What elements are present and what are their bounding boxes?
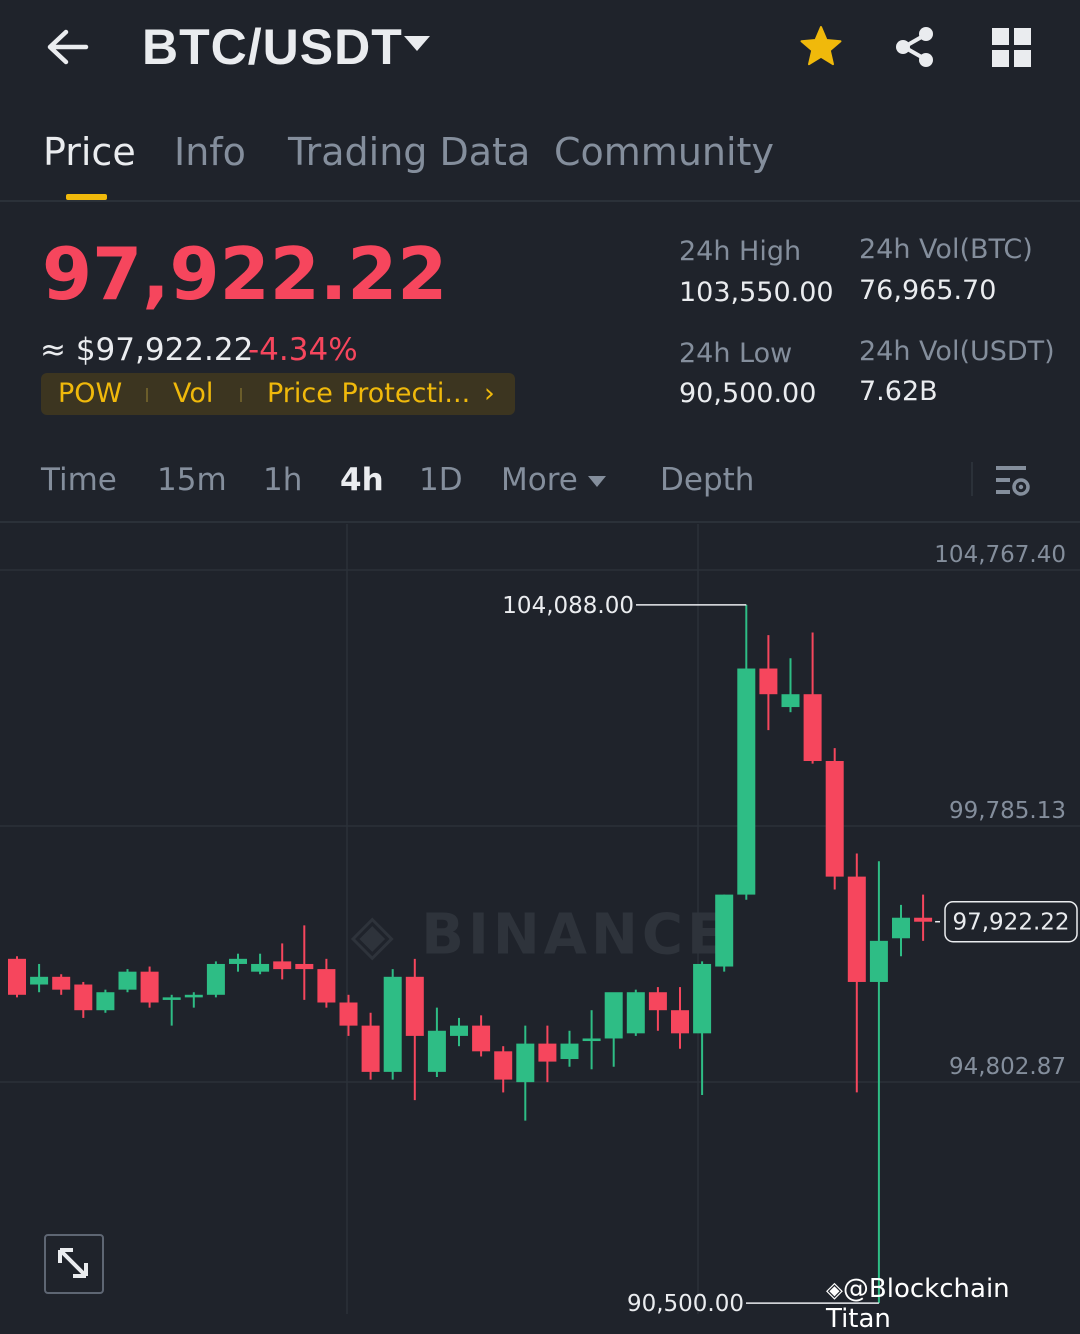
favorite-button[interactable] xyxy=(798,24,844,70)
candle-body xyxy=(450,1025,468,1036)
tag-separator xyxy=(146,388,148,402)
low-marker-label: 90,500.00 xyxy=(627,1291,744,1314)
candle-body xyxy=(560,1043,579,1060)
candle-body xyxy=(604,992,623,1039)
chart-settings-button[interactable] xyxy=(994,463,1032,499)
y-axis-label: 99,785.13 xyxy=(949,798,1066,824)
high-marker-label: 104,088.00 xyxy=(502,593,634,619)
price-change-percent: -4.34% xyxy=(248,332,358,368)
high-value: 103,550.00 xyxy=(679,277,834,308)
credit-text: @Blockchain Titan xyxy=(826,1274,1010,1334)
candle-body xyxy=(892,917,910,939)
candle-body xyxy=(140,971,159,1003)
candle-body xyxy=(405,976,424,1036)
interval-15m[interactable]: 15m xyxy=(157,462,227,498)
candle-body xyxy=(803,694,822,762)
candle-body xyxy=(582,1038,601,1042)
candle-body xyxy=(273,961,292,970)
tag-separator xyxy=(240,388,242,402)
vol-btc-label: 24h Vol(BTC) xyxy=(859,234,1033,265)
candle-body xyxy=(869,940,888,982)
candle-body xyxy=(626,992,645,1034)
chart-top-divider xyxy=(0,521,1080,523)
interval-4h[interactable]: 4h xyxy=(340,462,384,498)
candle-body xyxy=(30,976,49,985)
candle-body xyxy=(118,971,137,990)
star-icon xyxy=(800,26,842,66)
last-price-label: 97,922.22 xyxy=(952,910,1069,936)
usd-equivalent: ≈ $97,922.22 xyxy=(40,332,254,368)
interval-separator xyxy=(971,462,973,496)
interval-1d[interactable]: 1D xyxy=(419,462,463,498)
candle-body xyxy=(361,1025,380,1072)
candle-body xyxy=(383,976,402,1072)
candle-body xyxy=(162,997,181,1000)
candle-body xyxy=(427,1030,446,1072)
candle-body xyxy=(648,992,667,1011)
candle-body xyxy=(206,963,225,995)
candle-body xyxy=(52,976,71,990)
interval-time[interactable]: Time xyxy=(41,462,117,498)
tab-trading-data[interactable]: Trading Data xyxy=(288,130,530,174)
settings-icon xyxy=(996,466,1030,496)
candle-body xyxy=(295,963,314,970)
tag-price-protection[interactable]: Price Protecti... xyxy=(267,378,470,409)
candle-body xyxy=(339,1002,358,1026)
candle-body xyxy=(8,958,26,995)
chevron-right-icon[interactable]: › xyxy=(484,378,495,409)
tag-pow[interactable]: POW xyxy=(58,378,122,409)
more-menu-button[interactable] xyxy=(990,26,1034,70)
interval-1h[interactable]: 1h xyxy=(263,462,302,498)
candle-body xyxy=(516,1043,535,1083)
candle-body xyxy=(229,958,247,964)
candle-body xyxy=(759,668,778,695)
vol-usdt-value: 7.62B xyxy=(859,376,938,407)
tabs-divider xyxy=(0,200,1080,202)
interval-more[interactable]: More xyxy=(501,462,578,498)
y-axis-label: 104,767.40 xyxy=(934,542,1066,568)
last-price: 97,922.22 xyxy=(42,232,448,316)
candle-body xyxy=(251,963,270,972)
expand-icon xyxy=(58,1248,88,1278)
candle-body xyxy=(538,1043,557,1062)
candlestick-chart[interactable]: 104,767.40 99,785.13 94,802.87 ◈ BINANCE 104… xyxy=(0,524,1080,1314)
candle-body xyxy=(693,963,712,1034)
candle-body xyxy=(472,1025,491,1052)
arrow-left-icon xyxy=(47,29,89,65)
candle-body xyxy=(317,969,336,1003)
tab-price[interactable]: Price xyxy=(43,130,136,174)
caret-down-icon[interactable] xyxy=(404,36,430,51)
pair-selector[interactable]: BTC/USDT xyxy=(142,18,403,76)
low-value: 90,500.00 xyxy=(679,378,817,409)
fullscreen-button[interactable] xyxy=(44,1234,104,1294)
tag-vol[interactable]: Vol xyxy=(173,378,213,409)
candle-body xyxy=(74,984,93,1011)
vol-btc-value: 76,965.70 xyxy=(859,275,997,306)
tab-info[interactable]: Info xyxy=(174,130,246,174)
candle-body xyxy=(781,694,800,708)
vol-usdt-label: 24h Vol(USDT) xyxy=(859,336,1055,367)
candle-body xyxy=(96,992,115,1011)
share-button[interactable] xyxy=(892,24,938,70)
credit-watermark: ◈@Blockchain Titan xyxy=(826,1274,1080,1334)
candle-body xyxy=(715,894,734,967)
y-axis-label: 94,802.87 xyxy=(949,1054,1066,1080)
low-label: 24h Low xyxy=(679,338,793,369)
candle-body xyxy=(825,761,844,877)
candle-body xyxy=(494,1051,513,1080)
grid-icon xyxy=(992,28,1031,67)
interval-depth[interactable]: Depth xyxy=(660,462,754,498)
binance-watermark: ◈ BINANCE xyxy=(351,903,730,968)
high-label: 24h High xyxy=(679,236,802,267)
candle-body xyxy=(914,917,933,922)
candle-body xyxy=(671,1010,689,1034)
binance-diamond-icon: ◈ xyxy=(826,1278,843,1303)
caret-down-icon[interactable] xyxy=(588,476,606,487)
candle-body xyxy=(184,994,203,998)
candle-body xyxy=(847,876,866,982)
candle-body xyxy=(737,668,756,895)
back-button[interactable] xyxy=(40,22,100,72)
share-icon xyxy=(896,27,933,67)
tab-community[interactable]: Community xyxy=(554,130,774,174)
